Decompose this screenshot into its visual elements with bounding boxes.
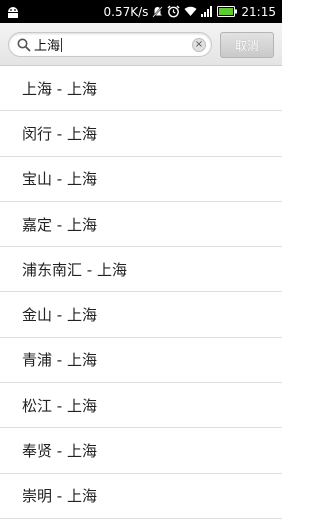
android-icon	[6, 5, 20, 19]
notification-off-icon	[152, 5, 164, 19]
network-speed: 0.57K/s	[103, 4, 149, 19]
list-item[interactable]: 金山 - 上海	[0, 292, 282, 338]
search-input[interactable]: 上海 ×	[8, 32, 212, 57]
list-item[interactable]: 上海 - 上海	[0, 66, 282, 112]
list-item[interactable]: 宝山 - 上海	[0, 157, 282, 202]
list-item[interactable]: 嘉定 - 上海	[0, 202, 282, 248]
list-item[interactable]: 松江 - 上海	[0, 383, 282, 429]
status-bar: 0.57K/s 21:15	[0, 0, 282, 23]
wifi-icon	[184, 5, 197, 19]
results-list: 上海 - 上海 闵行 - 上海 宝山 - 上海 嘉定 - 上海 浦东南汇 - 上海 金山 …	[0, 66, 282, 519]
clear-icon[interactable]: ×	[192, 38, 206, 52]
battery-icon	[217, 5, 238, 19]
list-item[interactable]: 闵行 - 上海	[0, 111, 282, 157]
signal-icon	[201, 5, 213, 19]
list-item[interactable]: 崇明 - 上海	[0, 474, 282, 519]
list-item[interactable]: 浦东南汇 - 上海	[0, 247, 282, 293]
list-item[interactable]: 奉贤 - 上海	[0, 428, 282, 474]
cancel-button[interactable]: 取消	[220, 32, 274, 58]
alarm-icon	[167, 5, 180, 19]
search-bar: 上海 × 取消	[0, 23, 282, 66]
search-query: 上海	[34, 39, 61, 54]
text-cursor	[61, 37, 63, 52]
clock: 21:15	[241, 4, 276, 19]
list-item[interactable]: 青浦 - 上海	[0, 338, 282, 384]
search-icon	[17, 38, 31, 52]
